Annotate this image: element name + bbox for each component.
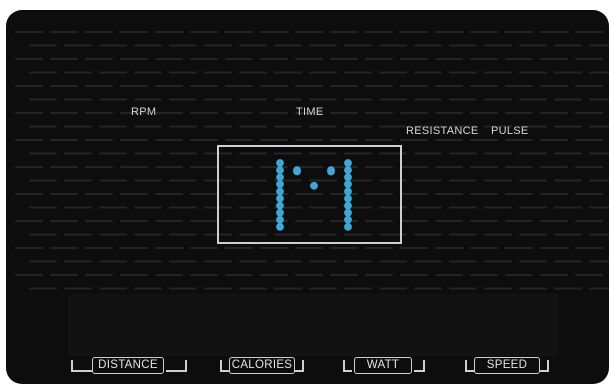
led-dot xyxy=(276,194,284,203)
speed-button-label: SPEED xyxy=(474,357,540,374)
led-dot xyxy=(276,223,284,231)
led-dot xyxy=(310,181,318,190)
console-display: RPM TIME RESISTANCE PULSE DISTANCE CALOR… xyxy=(6,10,609,384)
program-display-window xyxy=(217,145,402,244)
led-dot xyxy=(327,167,335,176)
speed-button[interactable]: SPEED xyxy=(464,356,550,376)
resistance-label: RESISTANCE xyxy=(406,125,479,137)
led-dot xyxy=(276,208,284,217)
led-dot xyxy=(276,166,284,174)
led-dot xyxy=(344,223,352,231)
watt-button-label: WATT xyxy=(354,357,412,374)
led-dot xyxy=(344,208,352,217)
program-letter-dotmatrix xyxy=(276,159,352,231)
led-dot xyxy=(276,201,284,210)
led-dot xyxy=(344,173,352,182)
distance-button[interactable]: DISTANCE xyxy=(70,356,188,376)
led-dot xyxy=(344,180,352,189)
led-dot xyxy=(276,173,284,182)
led-dot xyxy=(276,159,284,167)
calories-button-label: CALORIES xyxy=(229,357,295,374)
rpm-label: RPM xyxy=(131,106,157,118)
led-dot xyxy=(344,159,352,167)
led-dot xyxy=(276,215,284,224)
led-dot xyxy=(293,167,301,176)
led-dot xyxy=(344,166,352,174)
watt-button[interactable]: WATT xyxy=(342,356,426,376)
lower-display-panel xyxy=(68,294,558,356)
calories-button[interactable]: CALORIES xyxy=(219,356,305,376)
led-dot xyxy=(344,187,352,196)
distance-button-label: DISTANCE xyxy=(92,357,164,374)
pulse-label: PULSE xyxy=(491,125,529,137)
led-dot xyxy=(276,187,284,196)
led-dot xyxy=(344,194,352,203)
time-label: TIME xyxy=(296,106,324,118)
led-dot xyxy=(344,215,352,224)
led-dot xyxy=(276,180,284,189)
led-dot xyxy=(344,201,352,210)
